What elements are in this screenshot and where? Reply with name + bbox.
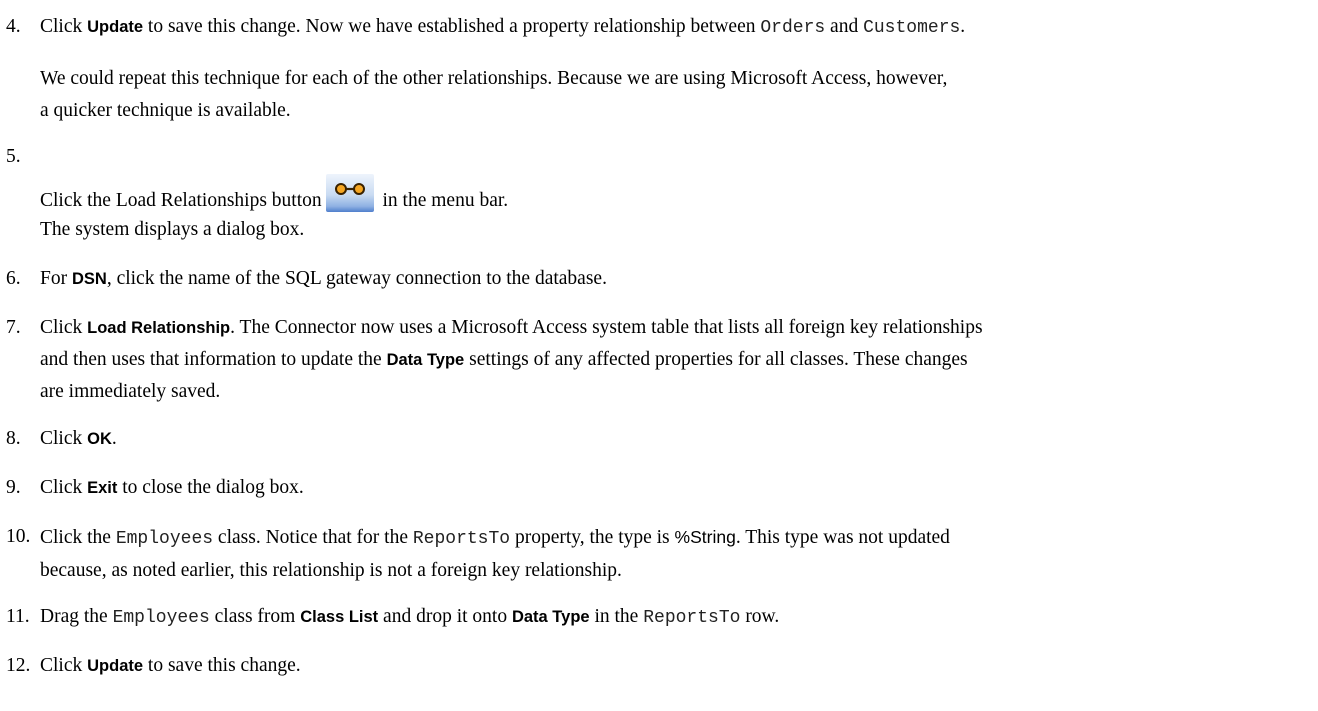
step-text: Click Update to save this change. [40, 655, 301, 676]
step-text: Drag the Employees class from Class List… [40, 606, 780, 628]
load-relationship-label: Load Relationship [87, 319, 231, 337]
step-text: Click the Employees class. Notice that f… [40, 527, 950, 581]
ok-label: OK [87, 430, 112, 448]
step-text: Click Exit to close the dialog box. [40, 477, 304, 498]
type-string: %String [674, 527, 736, 547]
data-type-label: Data Type [511, 608, 590, 626]
data-type-label: Data Type [386, 351, 465, 369]
step-text: Click OK. [40, 428, 117, 449]
update-label: Update [87, 18, 144, 36]
dsn-label: DSN [71, 270, 107, 288]
step-text: Click Update to save this change. Now we… [40, 16, 966, 38]
code-employees: Employees [115, 529, 214, 549]
step-number: 12. [6, 655, 31, 676]
step-text: Click the Load Relationships button in t… [40, 174, 1305, 217]
load-relationships-icon[interactable] [325, 174, 374, 212]
step-number: 5. [6, 146, 21, 167]
update-label: Update [87, 657, 144, 675]
step-number: 6. [6, 268, 21, 289]
step-text: For DSN, click the name of the SQL gatew… [40, 268, 607, 289]
code-orders: Orders [760, 18, 826, 38]
code-customers: Customers [863, 18, 961, 38]
code-employees: Employees [112, 608, 210, 628]
paragraph-dialog-displayed: The system displays a dialog box. [40, 219, 305, 240]
step-number: 11. [6, 606, 30, 627]
class-list-label: Class List [300, 608, 379, 626]
exit-label: Exit [87, 479, 118, 497]
step-number: 8. [6, 428, 21, 449]
step-number: 7. [6, 317, 21, 338]
code-reportsto: ReportsTo [412, 529, 511, 549]
code-reportsto: ReportsTo [643, 608, 741, 628]
document-page: 4. Click Update to save this change. Now… [0, 0, 1318, 711]
step-number: 4. [6, 16, 21, 37]
step-number: 10. [6, 526, 31, 547]
step-number: 9. [6, 477, 21, 498]
step-text: Click Load Relationship. The Connector n… [40, 317, 983, 402]
paragraph-quicker-technique: We could repeat this technique for each … [40, 68, 948, 121]
